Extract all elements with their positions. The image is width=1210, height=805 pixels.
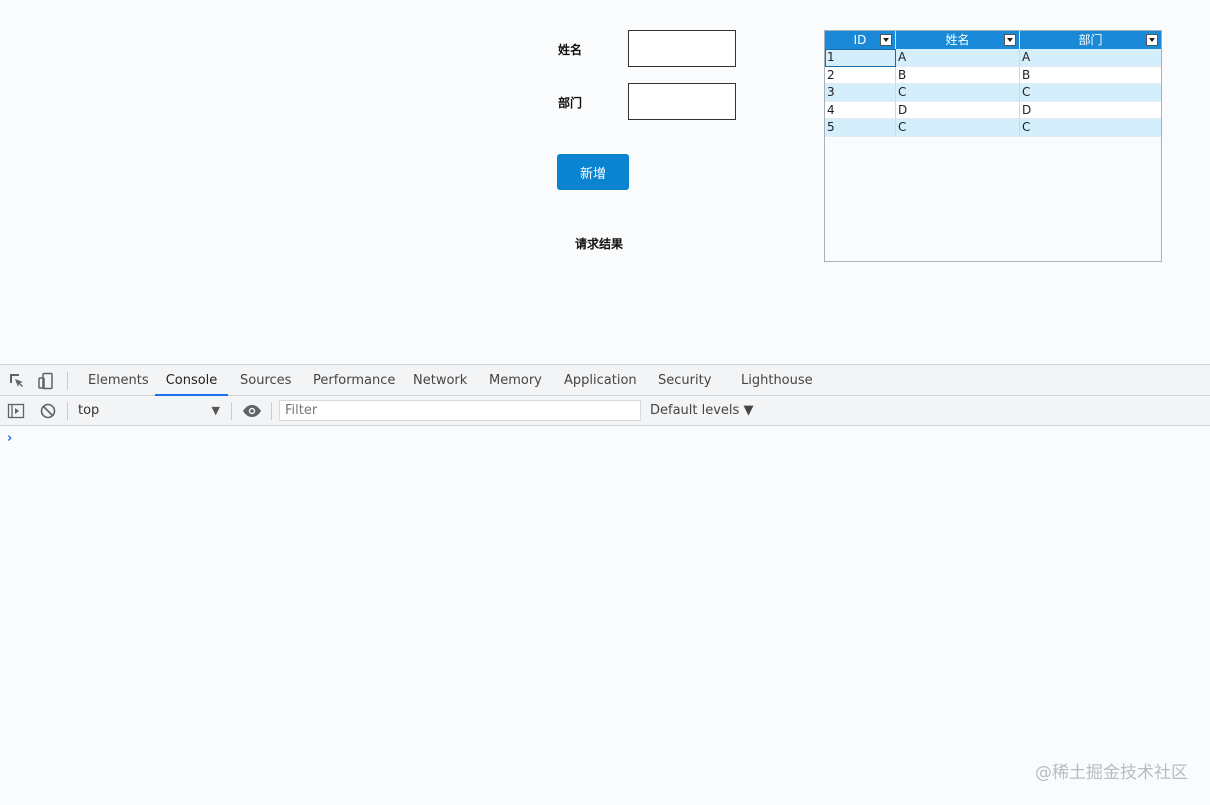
chevron-down-icon: ▼ <box>211 404 220 417</box>
tab-performance[interactable]: Performance <box>313 365 395 396</box>
tab-elements[interactable]: Elements <box>88 365 149 396</box>
context-select[interactable]: top ▼ <box>72 400 226 422</box>
device-toolbar-icon[interactable] <box>37 372 55 390</box>
grid-cell-id[interactable]: 3 <box>825 84 896 102</box>
grid-cell-dept[interactable]: A <box>1020 49 1161 67</box>
grid-cell-id[interactable]: 1 <box>825 49 896 67</box>
console-prompt-icon[interactable]: › <box>7 431 12 446</box>
filter-dropdown-icon[interactable] <box>1004 34 1016 46</box>
grid-cell-dept[interactable]: B <box>1020 67 1161 85</box>
grid-cell-dept[interactable]: D <box>1020 102 1161 120</box>
dept-input[interactable] <box>628 83 736 120</box>
tab-sources[interactable]: Sources <box>240 365 291 396</box>
dept-label: 部门 <box>558 96 583 110</box>
tab-lighthouse[interactable]: Lighthouse <box>741 365 813 396</box>
grid-cell-id[interactable]: 2 <box>825 66 896 85</box>
table-row[interactable]: 4 D D <box>825 101 1161 120</box>
toolbar-divider <box>67 402 68 420</box>
grid-cell-id[interactable]: 4 <box>825 101 896 120</box>
table-row[interactable]: 2 B B <box>825 66 1161 85</box>
toolbar-divider <box>271 402 272 420</box>
grid-cell-name[interactable]: C <box>896 119 1020 137</box>
grid-cell-name[interactable]: D <box>896 101 1020 120</box>
name-label: 姓名 <box>558 43 583 57</box>
grid-cell-dept[interactable]: C <box>1020 84 1161 102</box>
grid-header: ID 姓名 部门 <box>825 31 1161 49</box>
context-select-value: top <box>78 403 100 418</box>
filter-dropdown-icon[interactable] <box>1146 34 1158 46</box>
data-grid[interactable]: ID 姓名 部门 1 A A 2 B B 3 C C 4 D D 5 C C <box>824 30 1162 262</box>
inspect-element-icon[interactable] <box>8 372 26 390</box>
column-header-id[interactable]: ID <box>825 31 896 49</box>
tab-console[interactable]: Console <box>155 365 228 396</box>
table-row[interactable]: 5 C C <box>825 119 1161 137</box>
grid-cell-name[interactable]: A <box>896 49 1020 67</box>
tab-network[interactable]: Network <box>413 365 467 396</box>
tab-security[interactable]: Security <box>658 365 711 396</box>
grid-cell-dept[interactable]: C <box>1020 119 1161 137</box>
column-header-label: ID <box>853 33 867 47</box>
devtools-tab-bar: Elements Console Sources Performance Net… <box>0 365 1210 396</box>
log-levels-dropdown[interactable]: Default levels ▼ <box>650 400 753 422</box>
column-header-label: 姓名 <box>945 33 970 47</box>
grid-cell-name[interactable]: B <box>896 66 1020 85</box>
table-row[interactable]: 3 C C <box>825 84 1161 102</box>
toolbar-divider <box>67 372 68 390</box>
grid-cell-id[interactable]: 5 <box>825 119 896 137</box>
toolbar-divider <box>231 402 232 420</box>
grid-cell-name[interactable]: C <box>896 84 1020 102</box>
console-filter-input[interactable] <box>279 400 641 421</box>
table-row[interactable]: 1 A A <box>825 49 1161 67</box>
column-header-name[interactable]: 姓名 <box>896 31 1020 49</box>
eye-icon[interactable] <box>242 402 261 420</box>
tab-application[interactable]: Application <box>564 365 637 396</box>
devtools-panel: Elements Console Sources Performance Net… <box>0 364 1210 805</box>
filter-dropdown-icon[interactable] <box>880 34 892 46</box>
name-input[interactable] <box>628 30 736 67</box>
result-label: 请求结果 <box>575 237 624 251</box>
tab-memory[interactable]: Memory <box>489 365 542 396</box>
column-header-label: 部门 <box>1078 33 1103 47</box>
watermark: @稀土掘金技术社区 <box>1035 763 1188 783</box>
column-header-dept[interactable]: 部门 <box>1020 31 1161 49</box>
console-toolbar: top ▼ Default levels ▼ <box>0 396 1210 426</box>
sidebar-toggle-icon[interactable] <box>7 402 25 420</box>
page: 姓名 部门 新增 请求结果 ID 姓名 部门 1 A A 2 B B 3 C C… <box>0 0 1210 805</box>
clear-console-icon[interactable] <box>39 402 57 420</box>
add-button[interactable]: 新增 <box>557 154 629 190</box>
